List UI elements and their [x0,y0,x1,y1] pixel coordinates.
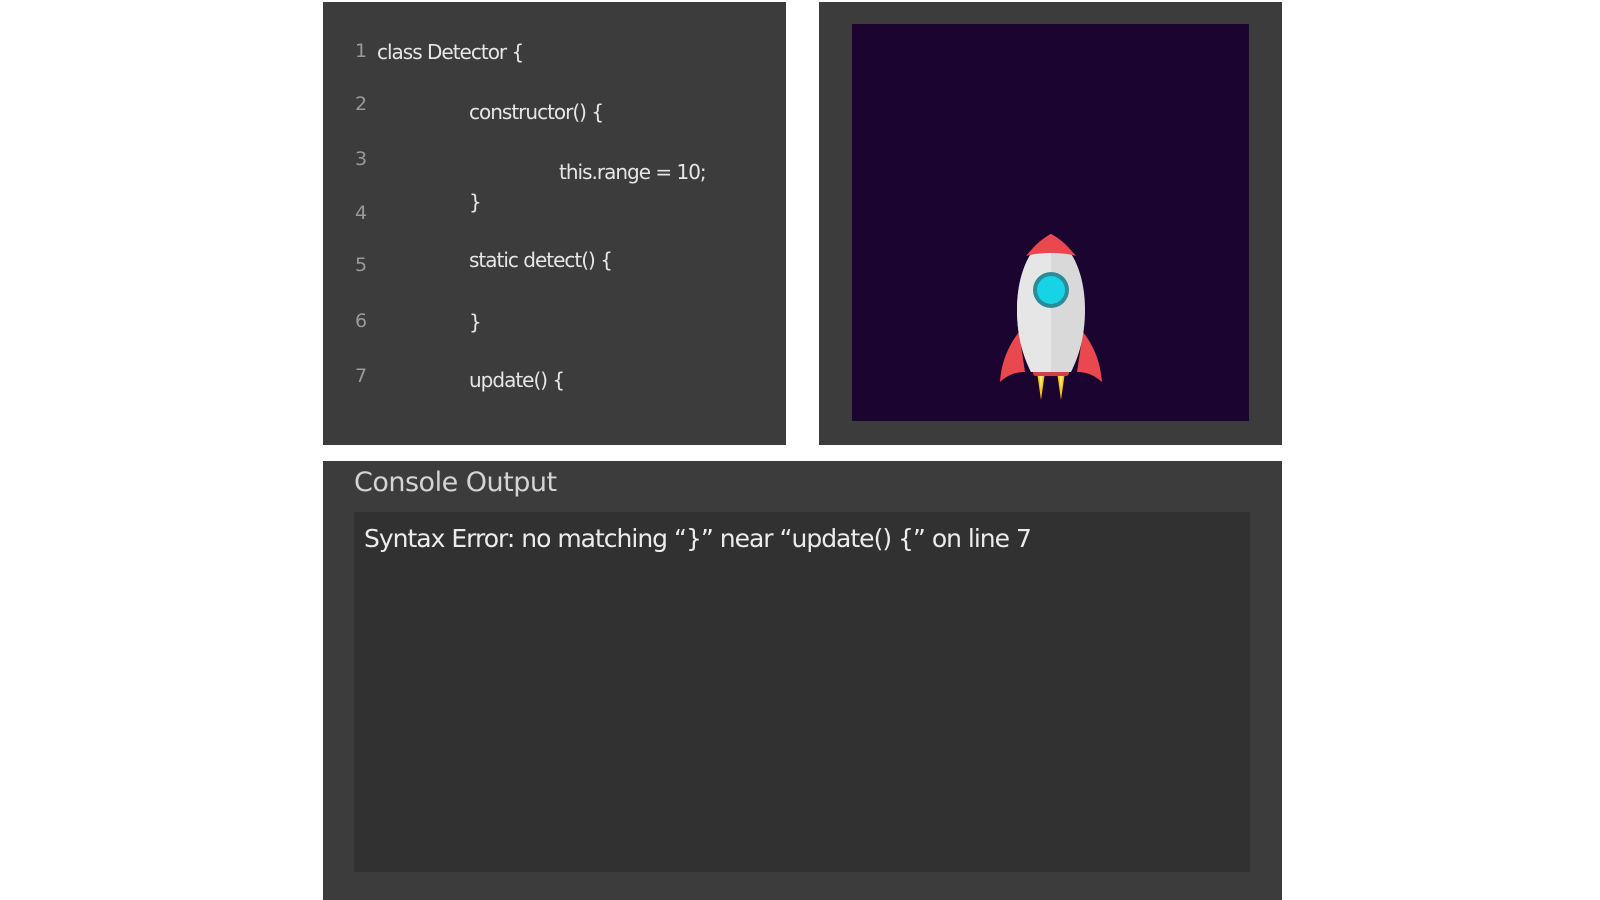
code-line-5[interactable]: 5 static detect() { [323,248,786,294]
coding-game-app: 1 class Detector { 2 constructor() { 3 t… [323,0,1282,900]
console-error-message: Syntax Error: no matching “}” near “upda… [364,524,1032,553]
line-code: } [469,190,482,214]
line-code: constructor() { [469,100,604,124]
rocket-icon [1000,234,1102,400]
game-canvas[interactable] [852,24,1249,421]
line-number: 2 [355,93,368,115]
line-code: this.range = 10; [559,160,707,184]
line-number: 4 [355,202,368,224]
line-code: update() { [469,368,565,392]
code-line-2[interactable]: 2 constructor() { [323,93,786,133]
console-panel: Console Output Syntax Error: no matching… [323,461,1282,900]
code-line-1[interactable]: 1 class Detector { [323,40,786,80]
game-preview-panel [819,2,1282,445]
line-number: 5 [355,254,368,276]
line-code: } [469,310,482,334]
code-editor[interactable]: 1 class Detector { 2 constructor() { 3 t… [323,2,786,445]
code-line-6[interactable]: 6 } [323,310,786,350]
code-line-4[interactable]: 4 } [323,190,786,242]
line-code: static detect() { [469,248,613,272]
console-title: Console Output [354,467,557,498]
line-number: 6 [355,310,368,332]
line-number: 7 [355,365,368,387]
code-line-3[interactable]: 3 this.range = 10; [323,148,786,188]
line-number: 3 [355,148,368,170]
line-number: 1 [355,40,368,62]
console-output-box[interactable]: Syntax Error: no matching “}” near “upda… [354,512,1250,872]
code-line-7[interactable]: 7 update() { [323,365,786,405]
line-code: class Detector { [377,40,524,64]
